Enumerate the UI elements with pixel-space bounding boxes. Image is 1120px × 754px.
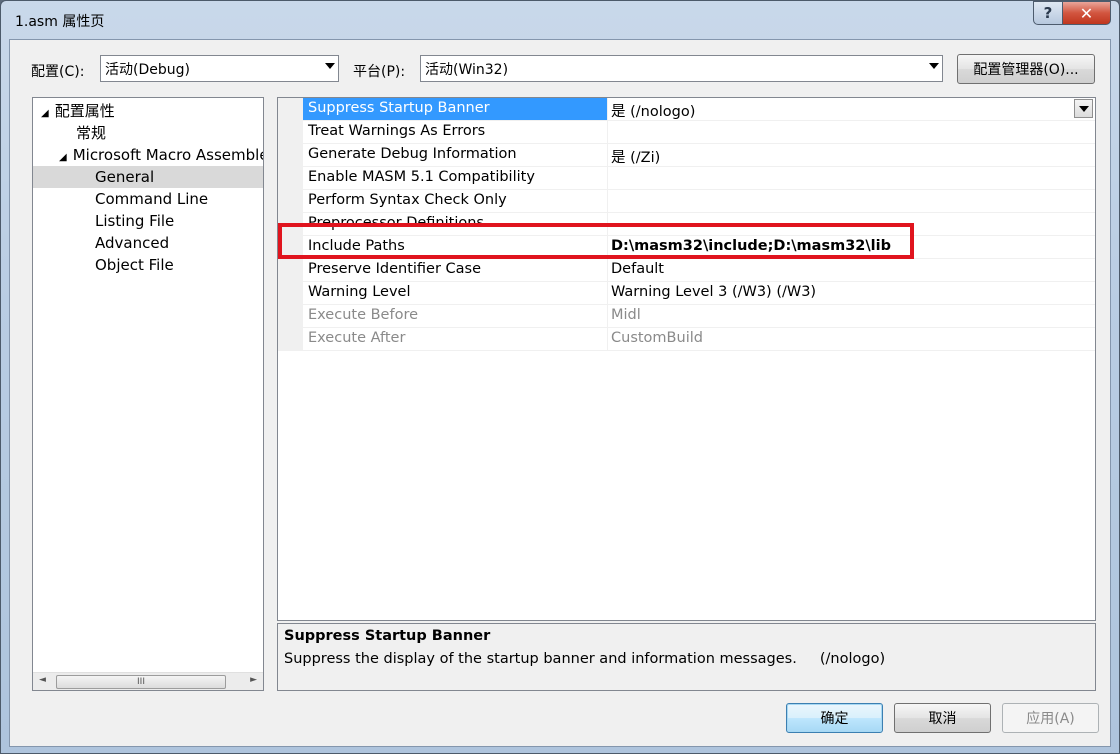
property-row[interactable]: Treat Warnings As Errors xyxy=(303,121,1095,144)
tree-item-general-cn[interactable]: 常规 xyxy=(76,122,106,144)
ok-button[interactable]: 确定 xyxy=(786,703,883,733)
cancel-button[interactable]: 取消 xyxy=(894,703,991,733)
property-row[interactable]: Perform Syntax Check Only xyxy=(303,190,1095,213)
tree-item-advanced[interactable]: Advanced xyxy=(95,232,169,254)
tree-item-general[interactable]: General xyxy=(33,166,263,188)
property-value: Midl xyxy=(611,307,641,323)
config-manager-button[interactable]: 配置管理器(O)... xyxy=(957,54,1095,84)
value-dropdown-button[interactable] xyxy=(1074,99,1093,118)
property-row[interactable]: Execute Before Midl xyxy=(303,305,1095,328)
tree-item-label: 配置属性 xyxy=(54,102,115,120)
property-tree[interactable]: ◢ 配置属性 常规 ◢ Microsoft Macro Assembler Gene… xyxy=(32,97,264,691)
tree-item-command-line[interactable]: Command Line xyxy=(95,188,208,210)
config-label: 配置(C): xyxy=(31,64,85,80)
property-name: Execute After xyxy=(308,330,406,346)
window-title: 1.asm 属性页 xyxy=(15,14,105,30)
property-name: Generate Debug Information xyxy=(308,146,517,162)
config-dropdown[interactable]: 活动(Debug) xyxy=(100,55,339,82)
description-title: Suppress Startup Banner xyxy=(284,628,491,644)
apply-button[interactable]: 应用(A) xyxy=(1002,703,1099,733)
column-separator xyxy=(607,305,608,328)
tree-item-label: Object File xyxy=(95,256,174,274)
column-separator xyxy=(607,328,608,351)
scroll-right-icon[interactable]: ► xyxy=(250,675,257,685)
property-name: Warning Level xyxy=(308,284,411,300)
property-value: Default xyxy=(611,261,664,277)
chevron-down-icon xyxy=(325,63,335,69)
column-separator xyxy=(607,259,608,282)
tree-item-label: Command Line xyxy=(95,190,209,208)
property-row[interactable]: Warning Level Warning Level 3 (/W3) (/W3… xyxy=(303,282,1095,305)
close-button[interactable]: ✕ xyxy=(1063,1,1111,25)
highlight-box xyxy=(278,223,914,259)
caption-buttons: ? ✕ xyxy=(1033,1,1111,25)
property-name: Preserve Identifier Case xyxy=(308,261,482,277)
property-value: 是 (/nologo) xyxy=(611,104,696,120)
column-separator xyxy=(607,98,608,121)
property-name: Treat Warnings As Errors xyxy=(308,123,486,139)
property-name: Enable MASM 5.1 Compatibility xyxy=(308,169,535,185)
platform-dropdown[interactable]: 活动(Win32) xyxy=(420,55,943,82)
tree-item-label: Listing File xyxy=(95,212,175,230)
property-row[interactable]: Generate Debug Information 是 (/Zi) xyxy=(303,144,1095,167)
property-grid[interactable]: Suppress Startup Banner 是 (/nologo) Trea… xyxy=(277,97,1096,621)
tree-item-label: General xyxy=(95,168,155,186)
column-separator xyxy=(607,121,608,144)
tree-item-object-file[interactable]: Object File xyxy=(95,254,174,276)
description-text: Suppress the display of the startup bann… xyxy=(284,651,886,667)
property-pages-window: 1.asm 属性页 ? ✕ 配置(C): 活动(Debug) 平台(P): 活动… xyxy=(0,0,1120,754)
help-button[interactable]: ? xyxy=(1033,1,1063,25)
property-row[interactable]: Preserve Identifier Case Default xyxy=(303,259,1095,282)
description-panel: Suppress Startup Banner Suppress the dis… xyxy=(277,623,1096,691)
tree-item-label: Microsoft Macro Assembler xyxy=(72,146,264,164)
dialog-client-area: 配置(C): 活动(Debug) 平台(P): 活动(Win32) 配置管理器(… xyxy=(9,39,1111,747)
property-row[interactable]: Suppress Startup Banner 是 (/nologo) xyxy=(303,98,1095,121)
property-value: CustomBuild xyxy=(611,330,703,346)
tree-item-masm[interactable]: ◢ Microsoft Macro Assembler xyxy=(59,144,264,166)
tree-item-config-properties[interactable]: ◢ 配置属性 xyxy=(41,100,115,122)
platform-dropdown-value: 活动(Win32) xyxy=(425,61,509,78)
scroll-left-icon[interactable]: ◄ xyxy=(39,675,46,685)
column-separator xyxy=(607,190,608,213)
tree-item-label: Advanced xyxy=(95,234,170,252)
property-name: Execute Before xyxy=(308,307,419,323)
property-name: Perform Syntax Check Only xyxy=(308,192,507,208)
config-dropdown-value: 活动(Debug) xyxy=(105,61,190,78)
column-separator xyxy=(607,167,608,190)
property-row[interactable]: Enable MASM 5.1 Compatibility xyxy=(303,167,1095,190)
tree-item-label: 常规 xyxy=(76,124,107,142)
tree-item-listing-file[interactable]: Listing File xyxy=(95,210,174,232)
property-value: 是 (/Zi) xyxy=(611,150,661,166)
tree-horizontal-scrollbar[interactable]: ◄ III ► xyxy=(33,672,263,690)
property-name: Suppress Startup Banner xyxy=(308,100,490,116)
title-bar[interactable]: 1.asm 属性页 ? ✕ xyxy=(1,1,1119,39)
property-value: Warning Level 3 (/W3) (/W3) xyxy=(611,284,817,300)
property-row[interactable]: Execute After CustomBuild xyxy=(303,328,1095,351)
column-separator xyxy=(607,144,608,167)
expanded-triangle-icon[interactable]: ◢ xyxy=(41,103,49,125)
chevron-down-icon xyxy=(929,63,939,69)
column-separator xyxy=(607,282,608,305)
platform-label: 平台(P): xyxy=(353,64,406,80)
scroll-thumb[interactable]: III xyxy=(56,675,226,689)
